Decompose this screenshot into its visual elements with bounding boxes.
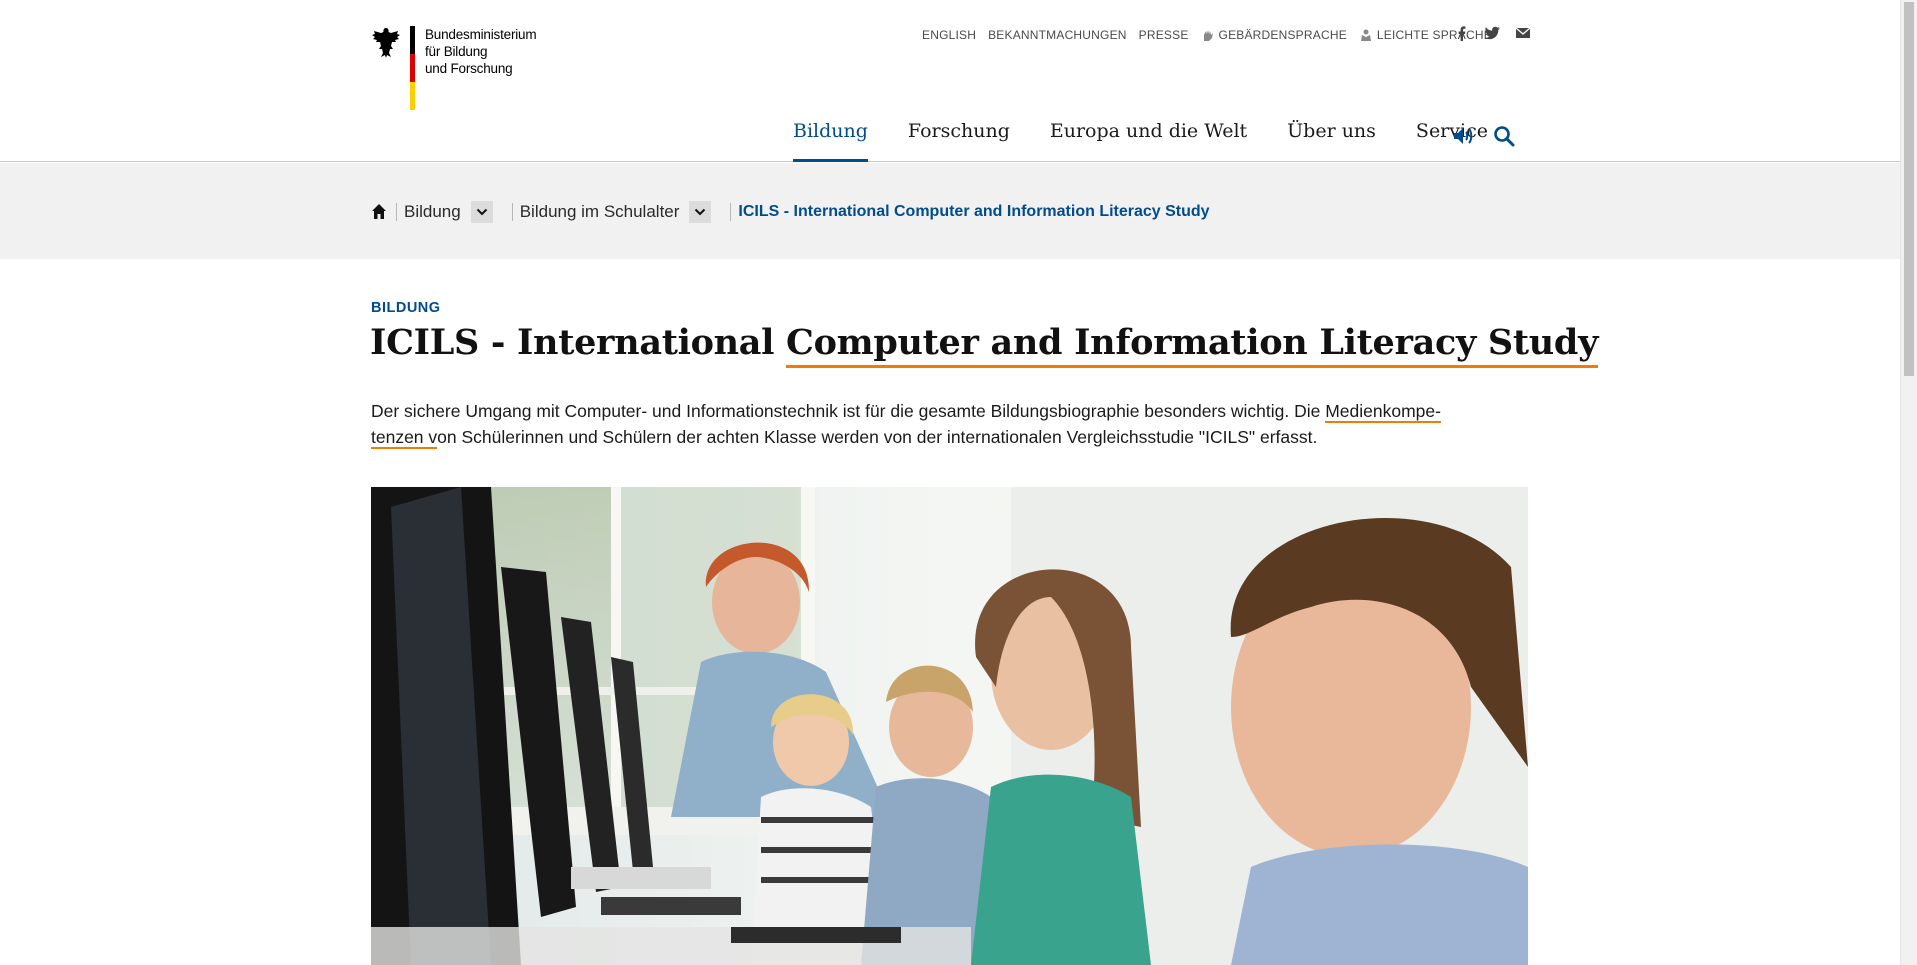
title-glossary-link[interactable]: Computer and Information Literacy Study [786, 322, 1598, 368]
hero-image-children-at-computers [371, 487, 1528, 965]
breadcrumb-bar: Bildung Bildung im Schulalter ICILS - In… [0, 163, 1900, 259]
breadcrumb-separator [396, 203, 397, 221]
meta-link-bekanntmachungen[interactable]: BEKANNTMACHUNGEN [988, 28, 1127, 42]
chevron-down-icon [476, 208, 487, 216]
breadcrumb-item-bildung[interactable]: Bildung [404, 202, 461, 222]
meta-link-label: ENGLISH [922, 28, 977, 42]
speaker-icon[interactable] [1452, 124, 1476, 148]
meta-nav: ENGLISH BEKANNTMACHUNGEN PRESSE GEBÄRDEN… [922, 28, 1504, 42]
ministry-name: Bundesministerium für Bildung und Forsch… [425, 26, 537, 77]
breadcrumb-dropdown-schulalter[interactable] [689, 201, 712, 223]
breadcrumb-dropdown-bildung[interactable] [470, 201, 493, 223]
flag-stripe [410, 26, 415, 110]
meta-link-label: PRESSE [1138, 28, 1189, 42]
breadcrumb-separator [730, 203, 732, 221]
nav-item-bildung[interactable]: Bildung [793, 120, 868, 162]
nav-tools [1452, 124, 1516, 148]
meta-link-label: BEKANNTMACHUNGEN [988, 28, 1127, 42]
ministry-logo[interactable]: Bundesministerium für Bildung und Forsch… [370, 26, 540, 112]
twitter-icon[interactable] [1484, 25, 1501, 41]
nav-item-ueber-uns[interactable]: Über uns [1287, 120, 1376, 162]
page-scrollbar[interactable] [1900, 0, 1917, 965]
lead-text-cont: on Schülerinnen und Schülern der achten … [437, 427, 1318, 447]
mail-icon[interactable] [1515, 25, 1531, 41]
meta-link-label: GEBÄRDENSPRACHE [1218, 28, 1347, 42]
meta-link-gebaerdensprache[interactable]: GEBÄRDENSPRACHE [1201, 28, 1347, 42]
home-icon[interactable] [371, 203, 387, 221]
scrollbar-thumb[interactable] [1904, 2, 1914, 376]
article-kicker: BILDUNG [371, 300, 441, 316]
glossary-link-medienkompetenzen[interactable]: Medienkompe- [1325, 401, 1441, 423]
page-title: ICILS - International Computer and Infor… [370, 322, 1598, 368]
article-lead: Der sichere Umgang mit Computer- und Inf… [371, 398, 1531, 450]
glossary-link-medienkompetenzen-cont[interactable]: tenzen v [371, 427, 438, 449]
site-header: Bundesministerium für Bildung und Forsch… [0, 0, 1900, 162]
chevron-down-icon [695, 208, 706, 216]
meta-link-english[interactable]: ENGLISH [922, 28, 976, 42]
search-icon[interactable] [1492, 124, 1516, 148]
main-nav: Bildung Forschung Europa und die Welt Üb… [793, 120, 1528, 162]
ministry-line-1: Bundesministerium [425, 27, 537, 42]
breadcrumb: Bildung Bildung im Schulalter ICILS - In… [371, 201, 1210, 223]
breadcrumb-current: ICILS - International Computer and Infor… [738, 203, 1210, 220]
breadcrumb-separator [511, 203, 513, 221]
ministry-line-3: und Forschung [425, 61, 513, 76]
facebook-icon[interactable] [1454, 25, 1470, 41]
title-text: ICILS - International [370, 322, 787, 363]
nav-item-forschung[interactable]: Forschung [908, 120, 1010, 162]
easy-language-icon [1360, 29, 1371, 41]
federal-eagle-icon [372, 28, 400, 58]
ministry-line-2: für Bildung [425, 44, 488, 59]
sign-language-icon [1203, 30, 1213, 41]
lead-text: Der sichere Umgang mit Computer- und Inf… [371, 401, 1326, 421]
classroom-photo [371, 487, 1528, 965]
nav-item-europa-und-die-welt[interactable]: Europa und die Welt [1050, 120, 1247, 162]
meta-link-presse[interactable]: PRESSE [1139, 28, 1189, 42]
social-links [1454, 25, 1531, 41]
breadcrumb-item-bildung-im-schulalter[interactable]: Bildung im Schulalter [520, 202, 680, 222]
